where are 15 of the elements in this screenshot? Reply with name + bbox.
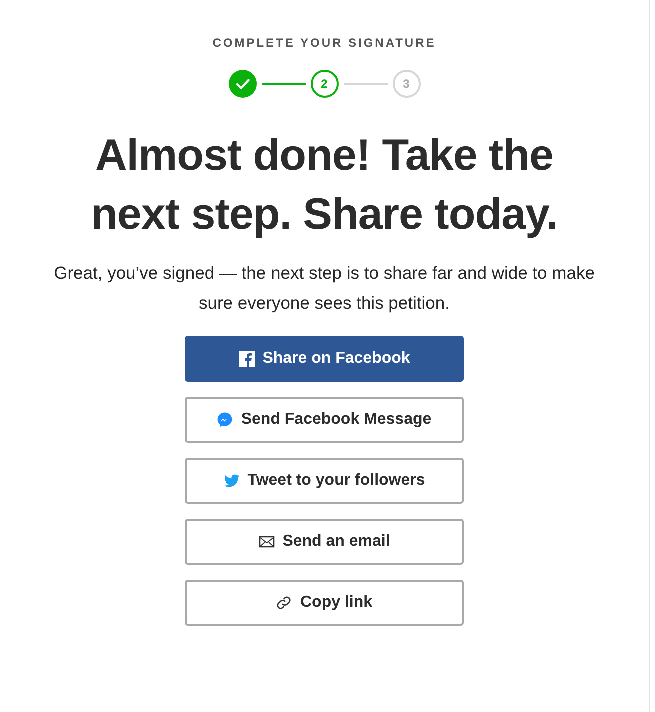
envelope-icon	[258, 534, 275, 550]
bird-icon	[224, 473, 240, 489]
headline: Almost done! Take the next step. Share today.	[90, 130, 559, 241]
step-number: 2	[321, 77, 328, 91]
step-heading: COMPLETE YOUR SIGNATURE	[212, 36, 436, 50]
send-message-button[interactable]: Send Facebook Message	[185, 397, 464, 443]
share-facebook-button[interactable]: Share on Facebook	[185, 336, 464, 382]
copy-link-button[interactable]: Copy link	[185, 580, 464, 626]
link-icon	[276, 595, 292, 611]
message-text: Great, you’ve signed — the next step is to share far and wide to make sure everyone sees this petition.	[53, 262, 596, 315]
tweet-button[interactable]: Tweet to your followers	[185, 458, 464, 504]
email-button[interactable]: Send an email	[185, 519, 464, 565]
messenger-icon	[217, 412, 234, 428]
step-number: 3	[403, 77, 410, 91]
facebook-icon	[238, 351, 255, 367]
